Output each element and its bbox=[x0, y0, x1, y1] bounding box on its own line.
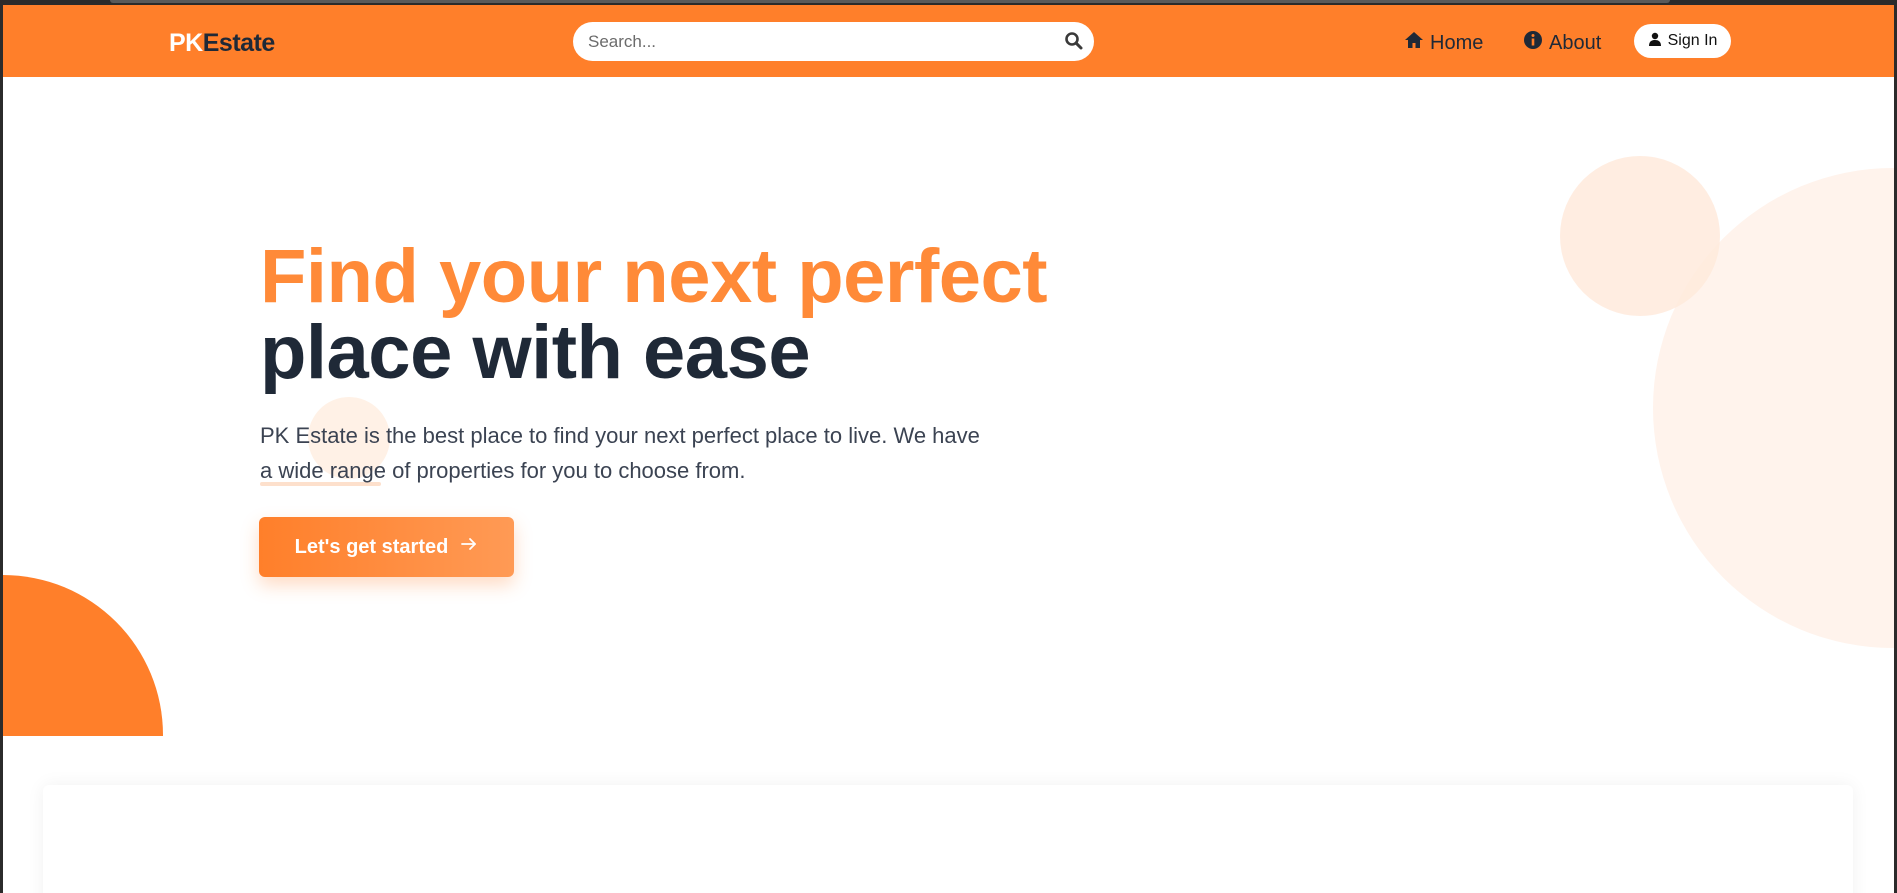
nav-home-link[interactable]: Home bbox=[1404, 30, 1483, 56]
logo-estate: Estate bbox=[202, 29, 276, 57]
browser-top-edge bbox=[110, 0, 1670, 3]
search-icon[interactable] bbox=[1064, 31, 1084, 51]
hero-description: PK Estate is the best place to find your… bbox=[260, 423, 980, 483]
sign-in-label: Sign In bbox=[1667, 32, 1718, 49]
page: PKEstate Home About Sign In bbox=[3, 5, 1894, 893]
logo-pk: PK bbox=[169, 29, 203, 57]
search-bar bbox=[573, 22, 1094, 61]
info-icon bbox=[1523, 30, 1543, 56]
home-icon bbox=[1404, 30, 1424, 56]
nav-home-label: Home bbox=[1430, 31, 1484, 54]
get-started-button[interactable]: Let's get started bbox=[259, 517, 514, 577]
nav-about-label: About bbox=[1549, 31, 1602, 54]
nav-about-link[interactable]: About bbox=[1523, 30, 1601, 56]
user-icon bbox=[1648, 32, 1662, 51]
hero-title-line1: Find your next perfect bbox=[260, 234, 1048, 319]
content-card bbox=[43, 785, 1853, 893]
logo[interactable]: PKEstate bbox=[169, 29, 275, 58]
sign-in-button[interactable]: Sign In bbox=[1634, 24, 1731, 58]
search-input[interactable] bbox=[588, 31, 1043, 52]
hero-title-line2: place with ease bbox=[260, 310, 811, 395]
navbar: PKEstate Home About Sign In bbox=[3, 5, 1894, 77]
get-started-label: Let's get started bbox=[294, 535, 449, 558]
decorative-circle-small bbox=[1560, 156, 1720, 316]
arrow-right-icon bbox=[460, 535, 478, 559]
hero-title: Find your next perfect place with ease bbox=[260, 234, 1048, 395]
